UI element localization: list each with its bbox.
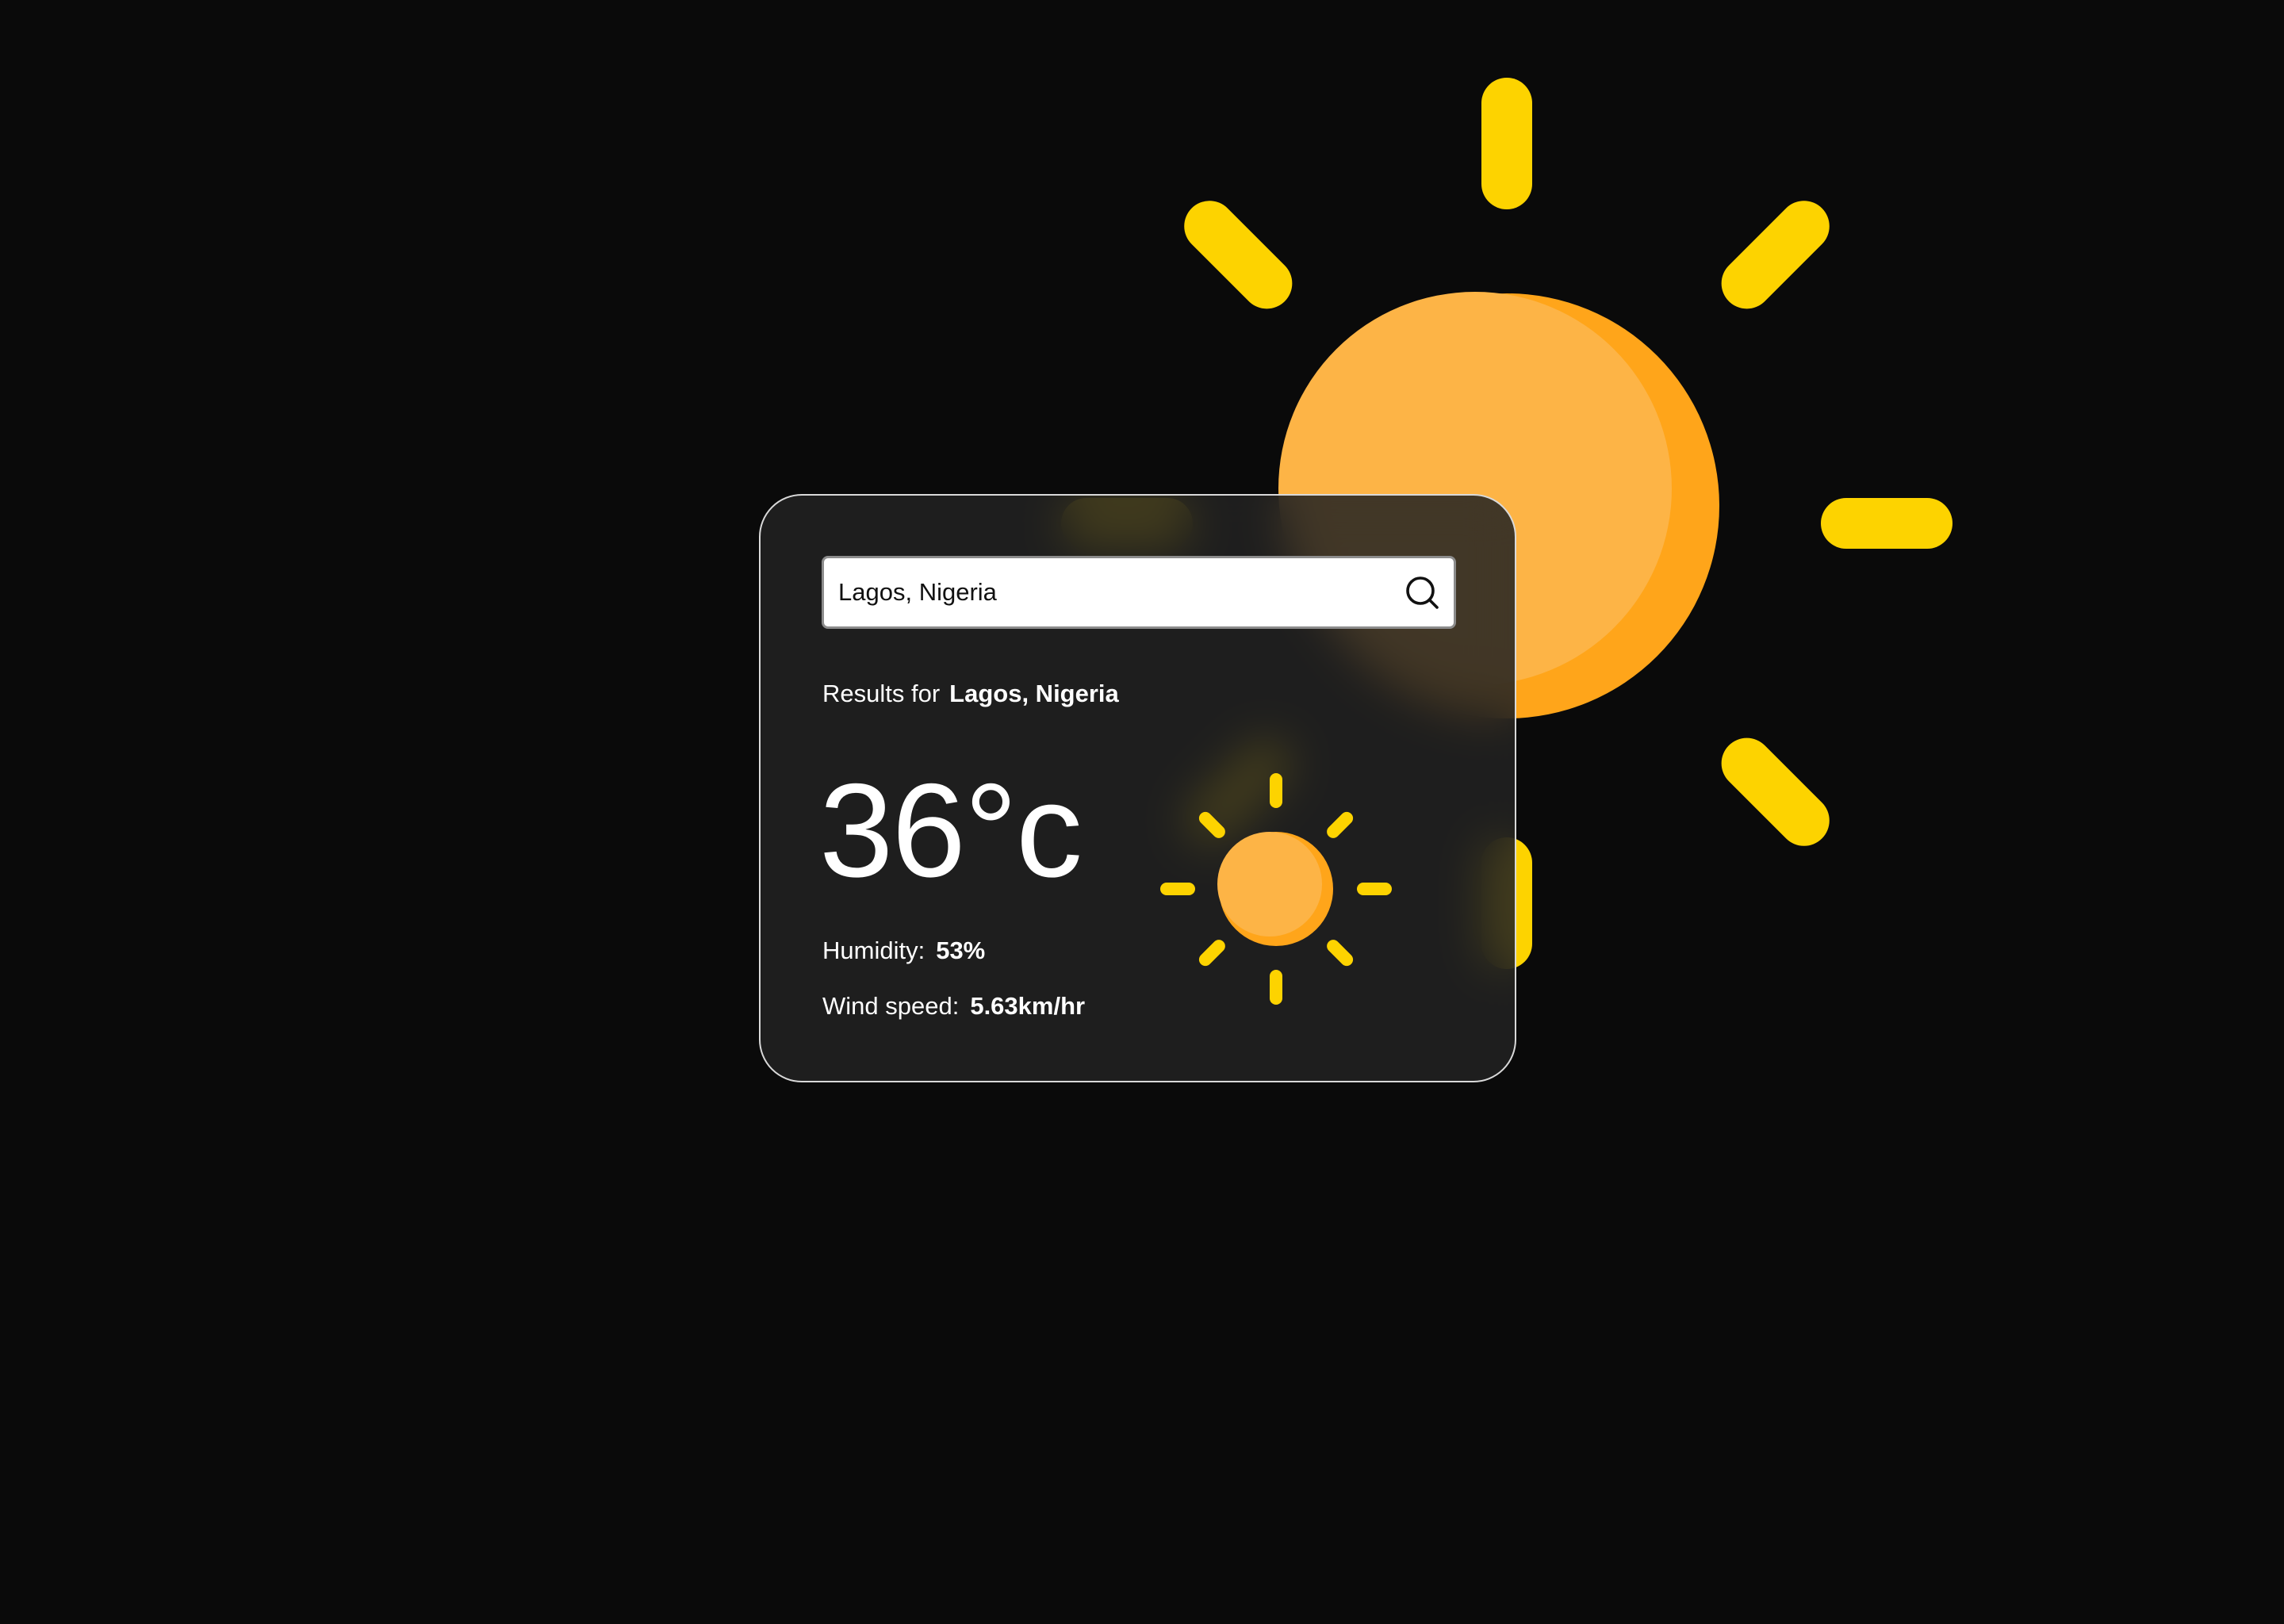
sun-ray <box>1184 201 1293 309</box>
app-canvas: Results for Lagos, Nigeria 36°c Humidity:… <box>0 0 2284 1624</box>
weather-card: Results for Lagos, Nigeria 36°c Humidity:… <box>759 494 1516 1082</box>
wind-speed-stat: Wind speed: 5.63km/hr <box>822 992 1085 1021</box>
humidity-label: Humidity: <box>822 936 925 964</box>
sun-ray <box>1821 498 1953 549</box>
search-bar <box>822 556 1456 629</box>
wind-speed-value: 5.63km/hr <box>970 992 1086 1020</box>
sun-ray <box>1721 201 1830 309</box>
search-input[interactable] <box>824 558 1390 626</box>
results-heading: Results for Lagos, Nigeria <box>822 680 1119 708</box>
sun-icon <box>1160 773 1392 1005</box>
sun-ray <box>1721 737 1830 846</box>
results-prefix: Results for <box>822 680 941 707</box>
humidity-value: 53% <box>936 936 986 964</box>
wind-speed-label: Wind speed: <box>822 992 960 1020</box>
temperature-readout: 36°c <box>819 756 1083 905</box>
results-city: Lagos, Nigeria <box>949 680 1119 707</box>
search-icon <box>1406 576 1439 609</box>
search-button[interactable] <box>1390 558 1454 626</box>
humidity-stat: Humidity: 53% <box>822 936 985 965</box>
sun-ray <box>1481 78 1532 209</box>
